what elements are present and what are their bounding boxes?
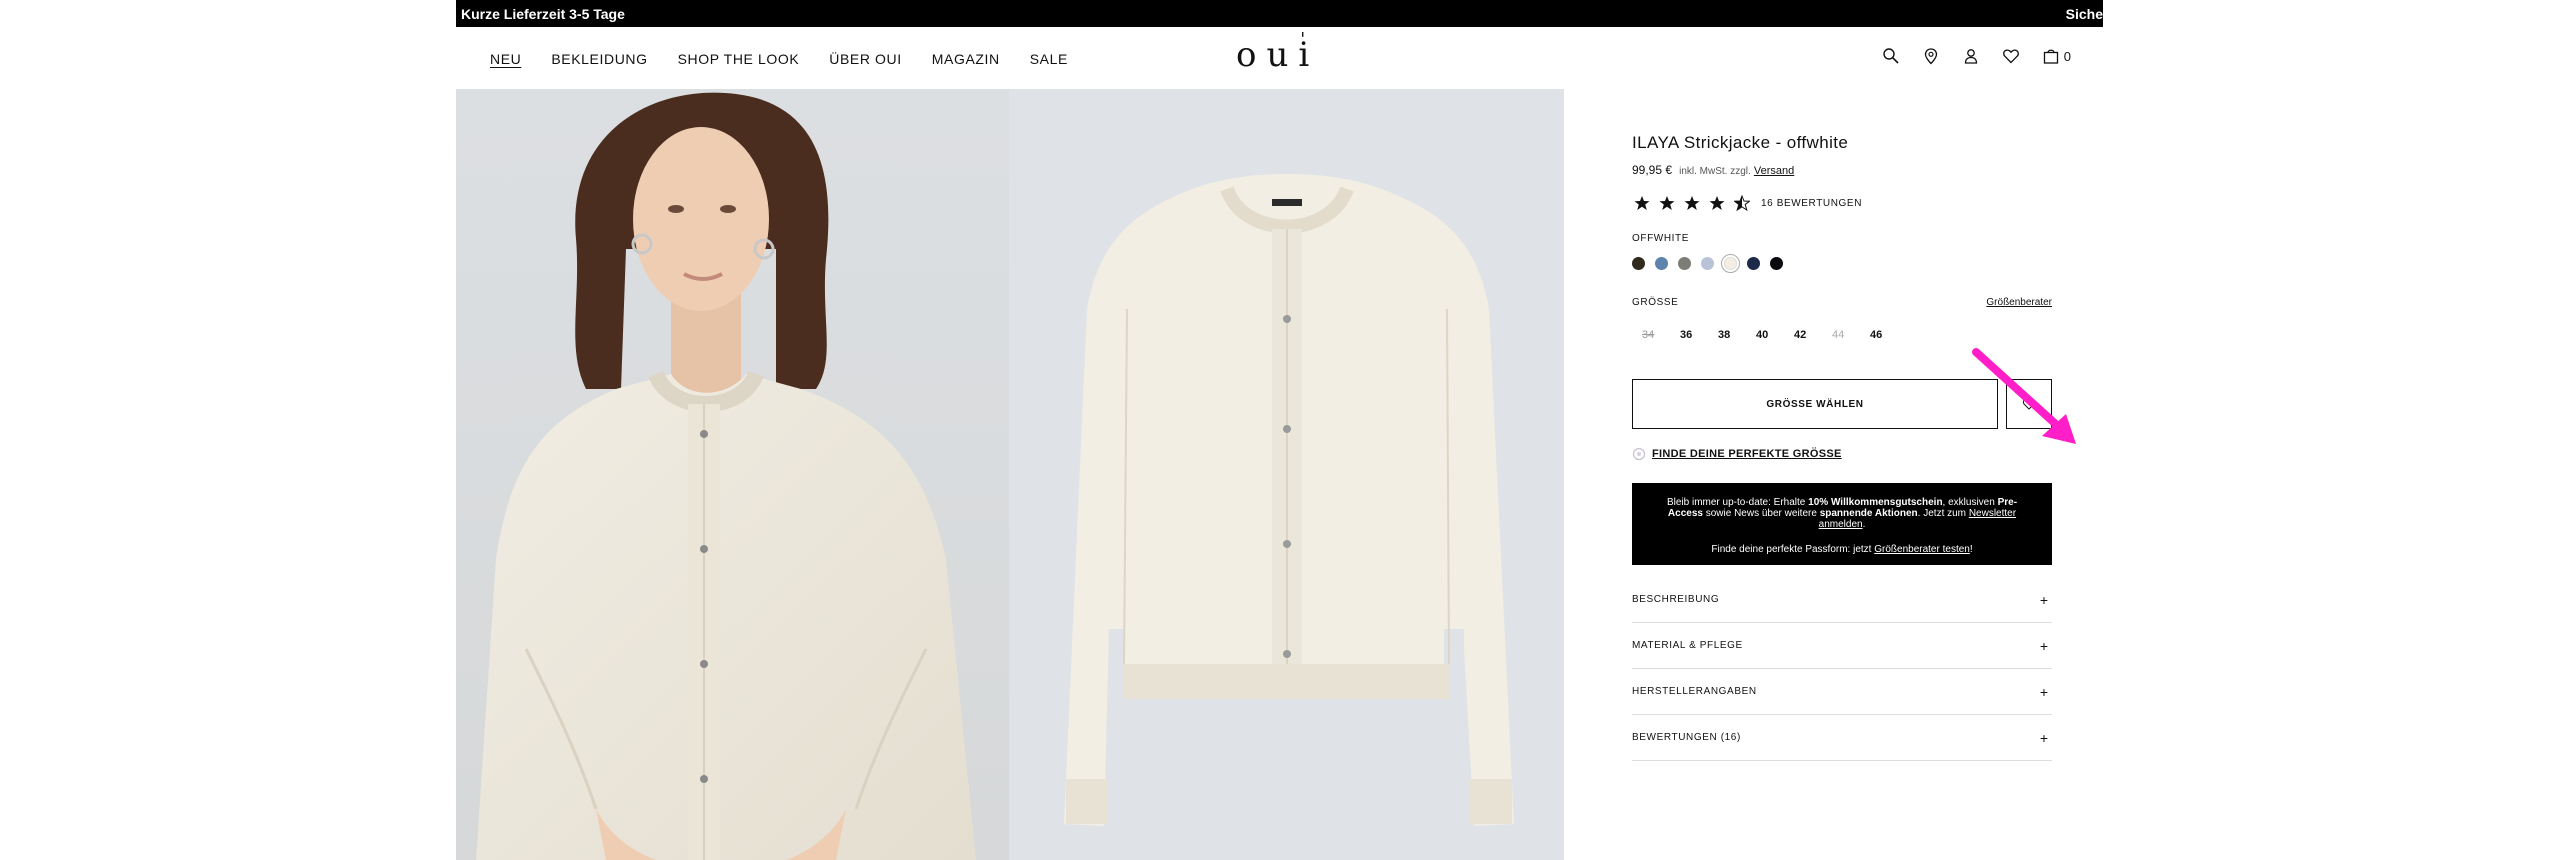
product-title: ILAYA Strickjacke - offwhite <box>1632 133 1849 152</box>
cart-icon <box>2042 47 2060 65</box>
size-option-38[interactable]: 38 <box>1718 329 1756 341</box>
product-image-flatlay[interactable] <box>1009 89 1564 860</box>
product-rating[interactable]: 16 BEWERTUNGEN <box>1634 195 1862 211</box>
size-guide-link[interactable]: Größenberater <box>1986 297 2052 308</box>
promo-text: , exklusiven <box>1942 497 1995 508</box>
account-icon[interactable] <box>1962 47 1980 65</box>
product-price: 99,95 € <box>1632 163 1673 177</box>
accordion-label: BESCHREIBUNG <box>1632 594 1720 605</box>
size-label: GRÖSSE <box>1632 297 1679 308</box>
cart-button[interactable]: 0 <box>2042 47 2071 65</box>
accordion-description[interactable]: BESCHREIBUNG + <box>1632 577 2052 623</box>
store-locator-icon[interactable] <box>1922 47 1940 65</box>
color-swatches <box>1632 254 1783 273</box>
cart-count: 0 <box>2063 48 2071 64</box>
announcement-bar: Kurze Lieferzeit 3-5 Tage Siche <box>456 0 2103 27</box>
fit-finder-icon <box>1632 447 1646 461</box>
accordion-label: MATERIAL & PFLEGE <box>1632 640 1743 651</box>
size-option-44[interactable]: 44 <box>1832 329 1870 341</box>
size-option-40[interactable]: 40 <box>1756 329 1794 341</box>
accordion-label: BEWERTUNGEN (16) <box>1632 732 1741 743</box>
size-options: 34 36 38 40 42 44 46 <box>1642 329 1908 341</box>
nav-item-shop-the-look[interactable]: SHOP THE LOOK <box>678 51 800 67</box>
product-page: Kurze Lieferzeit 3-5 Tage Siche NEU BEKL… <box>456 0 2103 860</box>
plus-icon: + <box>2039 591 2048 608</box>
accordion-manufacturer[interactable]: HERSTELLERANGABEN + <box>1632 669 2052 715</box>
half-star-icon <box>1734 195 1750 211</box>
promo-line-2: Finde deine perfekte Passform: jetzt Grö… <box>1656 544 2028 555</box>
swatch-blue[interactable] <box>1655 257 1668 270</box>
promo-text: . Jetzt zum <box>1917 508 1967 519</box>
shipping-link[interactable]: Versand <box>1754 165 1794 177</box>
promo-text: Finde deine perfekte Passform: jetzt <box>1711 544 1872 555</box>
nav-item-sale[interactable]: SALE <box>1030 51 1068 67</box>
price-row: 99,95 € inkl. MwSt. zzgl. Versand <box>1632 163 1794 177</box>
swatch-light-blue[interactable] <box>1701 257 1714 270</box>
plus-icon: + <box>2039 637 2048 654</box>
choose-size-button[interactable]: GRÖSSE WÄHLEN <box>1632 379 1998 429</box>
star-icon <box>1709 196 1725 210</box>
size-advisor-test-link[interactable]: Größenberater testen <box>1874 544 1970 555</box>
star-icon <box>1634 196 1650 210</box>
search-icon[interactable] <box>1882 47 1900 65</box>
size-option-46[interactable]: 46 <box>1870 329 1908 341</box>
swatch-navy[interactable] <box>1747 257 1760 270</box>
delivery-notice: Kurze Lieferzeit 3-5 Tage <box>461 6 625 22</box>
size-option-42[interactable]: 42 <box>1794 329 1832 341</box>
promo-actions: spannende Aktionen <box>1819 508 1918 519</box>
swatch-black[interactable] <box>1770 257 1783 270</box>
promo-text: sowie News über weitere <box>1705 508 1817 519</box>
brand-logo[interactable]: oui ' <box>1236 29 1319 75</box>
promo-text: . <box>1862 519 1866 530</box>
accordion-label: HERSTELLERANGABEN <box>1632 686 1757 697</box>
newsletter-promo: Bleib immer up-to-date: Erhalte 10% Will… <box>1632 483 2052 565</box>
star-icon <box>1684 196 1700 210</box>
swatch-dark-olive[interactable] <box>1632 257 1645 270</box>
model-photo <box>456 89 1009 860</box>
promo-voucher: 10% Willkommensgutschein <box>1808 497 1943 508</box>
swatch-offwhite[interactable] <box>1721 254 1740 273</box>
plus-icon: + <box>2039 729 2048 746</box>
flatlay-photo <box>1009 89 1564 860</box>
color-label: OFFWHITE <box>1632 233 1690 244</box>
nav-item-magazin[interactable]: MAGAZIN <box>932 51 1000 67</box>
site-header: NEU BEKLEIDUNG SHOP THE LOOK ÜBER OUI MA… <box>456 27 2103 89</box>
swatch-grey[interactable] <box>1678 257 1691 270</box>
promo-line-1: Bleib immer up-to-date: Erhalte 10% Will… <box>1656 497 2028 530</box>
annotation-arrow-icon <box>1972 348 2076 444</box>
plus-icon: + <box>2039 683 2048 700</box>
wishlist-icon[interactable] <box>2002 47 2020 65</box>
fit-finder-label: FINDE DEINE PERFEKTE GRÖSSE <box>1652 448 1842 460</box>
size-option-34[interactable]: 34 <box>1642 329 1680 341</box>
nav-item-ueber-oui[interactable]: ÜBER OUI <box>829 51 901 67</box>
product-image-model[interactable] <box>456 89 1009 860</box>
logo-accent: ' <box>1300 29 1316 50</box>
star-icon <box>1659 196 1675 210</box>
security-notice: Siche <box>2065 6 2103 22</box>
main-nav: NEU BEKLEIDUNG SHOP THE LOOK ÜBER OUI MA… <box>490 51 1098 67</box>
nav-item-neu[interactable]: NEU <box>490 51 521 67</box>
accordion-reviews[interactable]: BEWERTUNGEN (16) + <box>1632 715 2052 761</box>
tax-note: inkl. MwSt. zzgl. <box>1679 166 1751 177</box>
accordion-material[interactable]: MATERIAL & PFLEGE + <box>1632 623 2052 669</box>
size-option-36[interactable]: 36 <box>1680 329 1718 341</box>
reviews-count: 16 BEWERTUNGEN <box>1761 197 1863 209</box>
nav-item-bekleidung[interactable]: BEKLEIDUNG <box>551 51 647 67</box>
fit-finder-link[interactable]: FINDE DEINE PERFEKTE GRÖSSE <box>1632 447 1842 461</box>
promo-text: Bleib immer up-to-date: Erhalte <box>1666 497 1806 508</box>
promo-text: ! <box>1969 544 1973 555</box>
header-tools: 0 <box>1882 47 2071 65</box>
